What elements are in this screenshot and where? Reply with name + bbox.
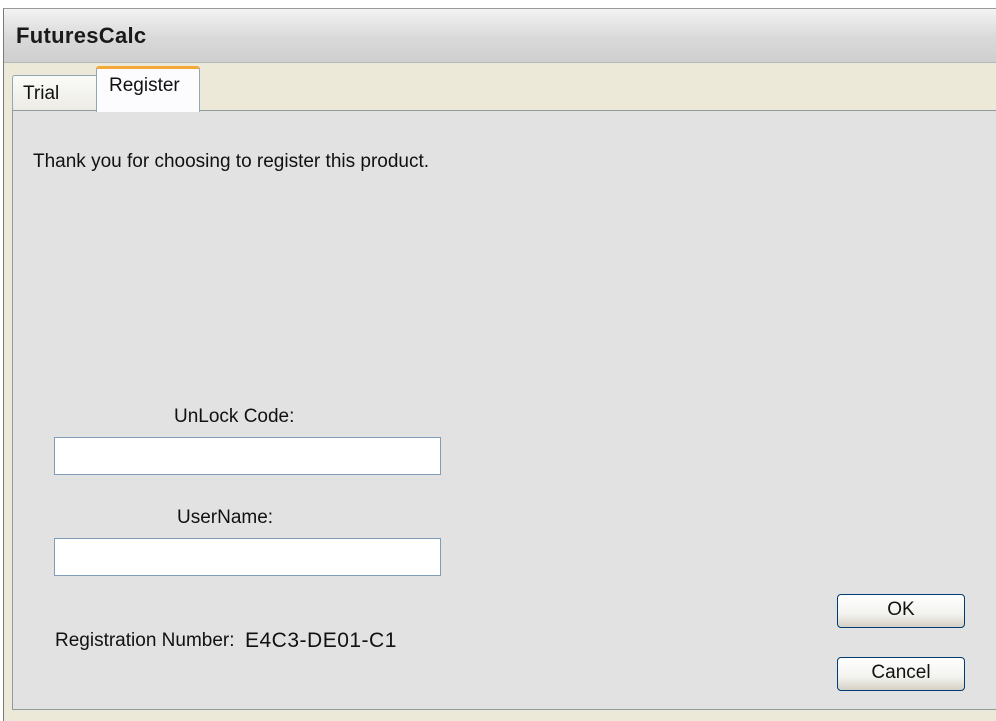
tab-trial[interactable]: Trial — [12, 75, 98, 111]
unlock-code-label: UnLock Code: — [174, 406, 295, 427]
username-input[interactable] — [54, 538, 441, 576]
unlock-code-input[interactable] — [54, 437, 441, 475]
window-title: FuturesCalc — [16, 23, 147, 48]
registration-number-label: Registration Number: — [55, 630, 235, 651]
title-bar[interactable]: FuturesCalc — [4, 9, 996, 63]
registration-number-value: E4C3-DE01-C1 — [245, 629, 397, 652]
register-panel: Thank you for choosing to register this … — [12, 110, 996, 710]
futurescalc-window: FuturesCalc Trial Register Thank you for… — [3, 8, 996, 721]
tab-register[interactable]: Register — [96, 66, 200, 112]
username-label: UserName: — [177, 507, 274, 528]
cancel-button[interactable]: Cancel — [837, 657, 965, 691]
tab-strip: Trial Register — [4, 63, 996, 112]
ok-button[interactable]: OK — [837, 594, 965, 628]
thank-you-message: Thank you for choosing to register this … — [33, 151, 430, 172]
